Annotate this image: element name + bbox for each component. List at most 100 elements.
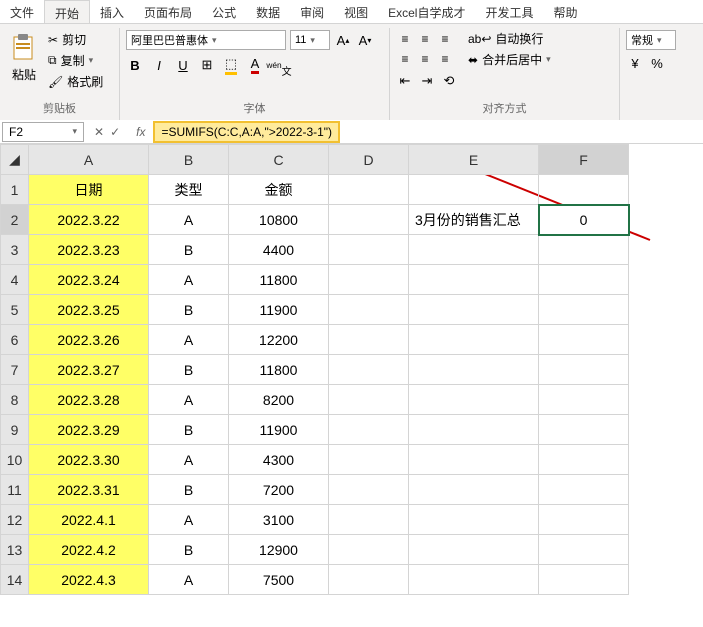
- cell[interactable]: [539, 535, 629, 565]
- cell[interactable]: 2022.3.24: [29, 265, 149, 295]
- cell[interactable]: 2022.3.25: [29, 295, 149, 325]
- italic-button[interactable]: I: [150, 56, 168, 74]
- cell[interactable]: [539, 505, 629, 535]
- cell[interactable]: B: [149, 415, 229, 445]
- cell[interactable]: A: [149, 265, 229, 295]
- cell[interactable]: 2022.3.26: [29, 325, 149, 355]
- row-header[interactable]: 10: [1, 445, 29, 475]
- cell[interactable]: [329, 235, 409, 265]
- increase-font-icon[interactable]: A▴: [334, 31, 352, 49]
- cancel-formula-icon[interactable]: ✕: [94, 125, 104, 139]
- row-header[interactable]: 7: [1, 355, 29, 385]
- align-bottom-icon[interactable]: ≡: [436, 30, 454, 48]
- tab-help[interactable]: 帮助: [544, 0, 588, 23]
- cell[interactable]: B: [149, 475, 229, 505]
- phonetic-button[interactable]: wén文: [270, 56, 288, 74]
- cell[interactable]: A: [149, 325, 229, 355]
- row-header[interactable]: 12: [1, 505, 29, 535]
- cell[interactable]: 7500: [229, 565, 329, 595]
- format-painter-button[interactable]: 🖌格式刷: [46, 72, 105, 91]
- cell[interactable]: [329, 475, 409, 505]
- font-family-select[interactable]: 阿里巴巴普惠体: [126, 30, 286, 50]
- cell[interactable]: 2022.4.1: [29, 505, 149, 535]
- cell[interactable]: [539, 355, 629, 385]
- increase-indent-icon[interactable]: ⇥: [418, 72, 436, 90]
- align-center-icon[interactable]: ≡: [416, 50, 434, 68]
- tab-insert[interactable]: 插入: [90, 0, 134, 23]
- cell[interactable]: [329, 355, 409, 385]
- cell[interactable]: A: [149, 205, 229, 235]
- row-header[interactable]: 8: [1, 385, 29, 415]
- row-header[interactable]: 13: [1, 535, 29, 565]
- number-format-select[interactable]: 常规: [626, 30, 676, 50]
- cell[interactable]: A: [149, 385, 229, 415]
- cell[interactable]: 12200: [229, 325, 329, 355]
- row-header[interactable]: 4: [1, 265, 29, 295]
- cell[interactable]: 2022.3.27: [29, 355, 149, 385]
- cell[interactable]: 2022.3.23: [29, 235, 149, 265]
- cell[interactable]: [539, 265, 629, 295]
- cell[interactable]: [409, 535, 539, 565]
- cell[interactable]: 12900: [229, 535, 329, 565]
- tab-home[interactable]: 开始: [44, 0, 90, 23]
- tab-page-layout[interactable]: 页面布局: [134, 0, 202, 23]
- col-header-D[interactable]: D: [329, 145, 409, 175]
- cell[interactable]: A: [149, 445, 229, 475]
- cell[interactable]: [409, 445, 539, 475]
- row-header[interactable]: 11: [1, 475, 29, 505]
- cell[interactable]: [539, 325, 629, 355]
- cell[interactable]: [329, 535, 409, 565]
- cell[interactable]: [329, 385, 409, 415]
- cell[interactable]: [539, 445, 629, 475]
- row-header-2[interactable]: 2: [1, 205, 29, 235]
- cell[interactable]: [409, 505, 539, 535]
- row-header[interactable]: 3: [1, 235, 29, 265]
- cell[interactable]: B: [149, 535, 229, 565]
- currency-icon[interactable]: ¥: [626, 54, 644, 72]
- cell[interactable]: B: [149, 295, 229, 325]
- border-button[interactable]: ⊞: [198, 56, 216, 74]
- cell[interactable]: 7200: [229, 475, 329, 505]
- cell[interactable]: [409, 265, 539, 295]
- cell[interactable]: [539, 235, 629, 265]
- font-color-button[interactable]: A: [246, 56, 264, 74]
- bold-button[interactable]: B: [126, 56, 144, 74]
- cell[interactable]: [539, 415, 629, 445]
- cell[interactable]: [409, 325, 539, 355]
- row-header[interactable]: 6: [1, 325, 29, 355]
- tab-data[interactable]: 数据: [246, 0, 290, 23]
- cell[interactable]: A: [149, 565, 229, 595]
- cell[interactable]: [329, 175, 409, 205]
- cell[interactable]: B: [149, 235, 229, 265]
- align-middle-icon[interactable]: ≡: [416, 30, 434, 48]
- tab-view[interactable]: 视图: [334, 0, 378, 23]
- cell[interactable]: [329, 565, 409, 595]
- tab-custom[interactable]: Excel自学成才: [378, 0, 475, 23]
- paste-label[interactable]: 粘贴: [12, 66, 36, 83]
- cell[interactable]: [329, 265, 409, 295]
- cell[interactable]: 2022.4.2: [29, 535, 149, 565]
- cell[interactable]: 日期: [29, 175, 149, 205]
- cell[interactable]: 类型: [149, 175, 229, 205]
- cell[interactable]: [539, 565, 629, 595]
- align-left-icon[interactable]: ≡: [396, 50, 414, 68]
- cell[interactable]: 4300: [229, 445, 329, 475]
- name-box[interactable]: F2 ▾: [2, 122, 84, 142]
- cell[interactable]: 2022.3.31: [29, 475, 149, 505]
- orientation-icon[interactable]: ⟲: [440, 72, 458, 90]
- fx-icon[interactable]: fx: [128, 125, 153, 139]
- cell[interactable]: 11900: [229, 415, 329, 445]
- cell[interactable]: 2022.3.22: [29, 205, 149, 235]
- row-header[interactable]: 9: [1, 415, 29, 445]
- fill-color-button[interactable]: ⬚: [222, 56, 240, 74]
- tab-file[interactable]: 文件: [0, 0, 44, 23]
- cell[interactable]: 3月份的销售汇总: [409, 205, 539, 235]
- cell[interactable]: 2022.4.3: [29, 565, 149, 595]
- cell[interactable]: [409, 355, 539, 385]
- col-header-B[interactable]: B: [149, 145, 229, 175]
- decrease-font-icon[interactable]: A▾: [356, 31, 374, 49]
- merge-center-button[interactable]: ⬌合并后居中▾: [468, 51, 551, 68]
- cell[interactable]: 11800: [229, 265, 329, 295]
- cell[interactable]: [539, 175, 629, 205]
- cell[interactable]: [329, 295, 409, 325]
